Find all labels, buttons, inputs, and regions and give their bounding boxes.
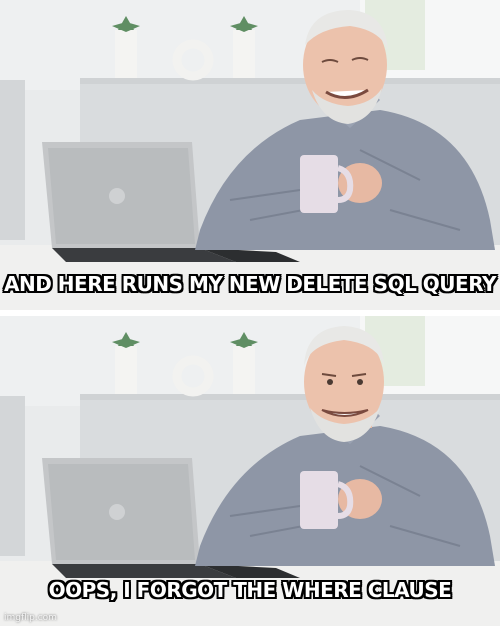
harold-photo-top: [0, 0, 500, 310]
meme-image: AND HERE RUNS MY NEW DELETE SQL QUERY OO…: [0, 0, 500, 626]
top-caption: AND HERE RUNS MY NEW DELETE SQL QUERY: [4, 272, 496, 296]
top-panel: [0, 0, 500, 310]
bottom-caption: OOPS, I FORGOT THE WHERE CLAUSE: [48, 578, 452, 602]
imgflip-watermark: imgflip.com: [4, 613, 57, 623]
